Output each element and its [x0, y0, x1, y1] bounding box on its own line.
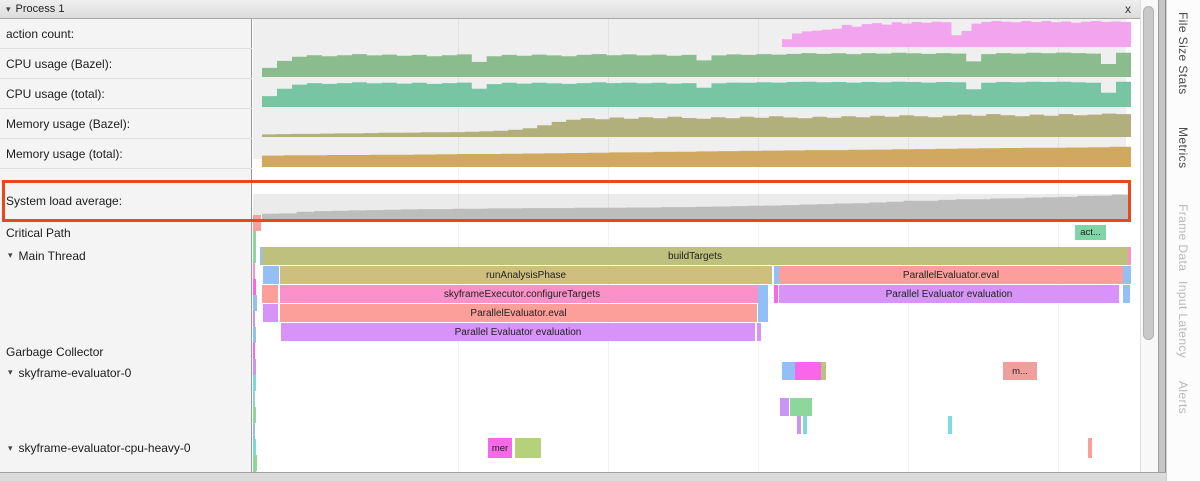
- critical-path-event[interactable]: [253, 295, 257, 311]
- event-slice[interactable]: [782, 362, 795, 380]
- horizontal-scrollbar-track[interactable]: [0, 472, 1166, 481]
- track-label-text: CPU usage (total):: [6, 87, 105, 101]
- trace-span-parallel-evaluator-evaluation[interactable]: Parallel Evaluator evaluation: [779, 285, 1119, 303]
- critical-path-event[interactable]: [253, 391, 255, 407]
- critical-path-event[interactable]: [253, 375, 256, 391]
- tab-alerts[interactable]: Alerts: [1176, 381, 1190, 421]
- trace-span[interactable]: [774, 285, 778, 303]
- event-slice-m[interactable]: m...: [1003, 362, 1037, 380]
- track-label-panel: action count: CPU usage (Bazel): CPU usage…: [0, 19, 252, 472]
- event-slice[interactable]: [797, 416, 801, 434]
- track-label-text: Critical Path: [6, 226, 71, 240]
- critical-path-event[interactable]: [253, 215, 261, 231]
- counter-chart-mem-total: [262, 141, 1131, 167]
- track-label-text: Garbage Collector: [6, 345, 103, 359]
- critical-path-event[interactable]: [253, 279, 256, 295]
- expand-triangle-icon[interactable]: ▾: [8, 444, 13, 453]
- event-slice[interactable]: [821, 362, 826, 380]
- critical-path-event[interactable]: [253, 247, 256, 263]
- trace-span[interactable]: [1123, 266, 1131, 284]
- trace-span[interactable]: [263, 266, 279, 284]
- trace-span-buildtargets[interactable]: buildTargets: [262, 247, 1128, 265]
- event-slice[interactable]: [780, 398, 789, 416]
- trace-span[interactable]: [757, 323, 761, 341]
- event-slice[interactable]: [795, 362, 821, 380]
- track-label-skyframe-evaluator-0[interactable]: ▾ skyframe-evaluator-0: [0, 362, 252, 383]
- counter-chart-system-load: [262, 186, 1129, 219]
- track-label-text: Memory usage (total):: [6, 147, 123, 161]
- expand-triangle-icon[interactable]: ▾: [8, 251, 13, 260]
- critical-path-event[interactable]: [253, 423, 255, 439]
- track-label-text: action count:: [6, 27, 74, 41]
- event-slice[interactable]: [515, 438, 541, 458]
- track-label-system-load-average: System load average:: [0, 181, 252, 221]
- trace-span-parallelevaluator-eval[interactable]: ParallelEvaluator.eval: [779, 266, 1123, 284]
- critical-path-slice-act[interactable]: act...: [1075, 225, 1106, 240]
- panel-splitter[interactable]: [1158, 0, 1166, 481]
- tab-input-latency[interactable]: Input Latency: [1176, 281, 1190, 357]
- process-title: Process 1: [16, 3, 65, 15]
- event-slice[interactable]: [1088, 438, 1092, 458]
- trace-viewer: ▾ Process 1 x action count: CPU usage (Ba…: [0, 0, 1200, 481]
- trace-span-runanalysisphase[interactable]: runAnalysisPhase: [280, 266, 772, 284]
- expand-triangle-icon[interactable]: ▾: [8, 368, 13, 377]
- counter-chart-mem-bazel: [262, 111, 1131, 137]
- track-label-text: CPU usage (Bazel):: [6, 57, 112, 71]
- track-label-critical-path: Critical Path: [0, 222, 252, 243]
- track-label-text: Memory usage (Bazel):: [6, 117, 130, 131]
- critical-path-event[interactable]: [253, 407, 256, 423]
- track-label-text: System load average:: [6, 194, 122, 208]
- event-slice[interactable]: [790, 398, 812, 416]
- critical-path-event[interactable]: [253, 343, 255, 359]
- trace-span-parallelevaluator-eval[interactable]: ParallelEvaluator.eval: [280, 304, 757, 322]
- track-label-memory-usage-total: Memory usage (total):: [0, 139, 252, 169]
- critical-path-event[interactable]: [253, 439, 256, 455]
- tab-file-size-stats[interactable]: File Size Stats: [1176, 12, 1190, 108]
- critical-path-event[interactable]: [253, 359, 256, 375]
- trace-span[interactable]: [758, 285, 768, 322]
- critical-path-event[interactable]: [253, 311, 255, 327]
- trace-span[interactable]: [1128, 247, 1131, 265]
- collapse-triangle-icon[interactable]: ▾: [6, 5, 11, 14]
- event-slice-mer[interactable]: mer: [488, 438, 512, 458]
- track-label-skyframe-evaluator-cpu-heavy-0[interactable]: ▾ skyframe-evaluator-cpu-heavy-0: [0, 437, 252, 459]
- critical-path-event[interactable]: [253, 455, 257, 471]
- track-label-main-thread[interactable]: ▾ Main Thread: [0, 245, 252, 266]
- track-label-text: skyframe-evaluator-cpu-heavy-0: [19, 441, 191, 455]
- counter-chart-cpu-total: [262, 81, 1131, 107]
- trace-span-parallel-evaluator-evaluation[interactable]: Parallel Evaluator evaluation: [281, 323, 755, 341]
- track-label-cpu-usage-bazel: CPU usage (Bazel):: [0, 49, 252, 79]
- vertical-scrollbar-thumb[interactable]: [1143, 6, 1154, 340]
- event-slice[interactable]: [803, 416, 807, 434]
- trace-span[interactable]: [1123, 285, 1130, 303]
- track-label-text: Main Thread: [19, 249, 86, 263]
- track-label-memory-usage-bazel: Memory usage (Bazel):: [0, 109, 252, 139]
- track-label-garbage-collector: Garbage Collector: [0, 343, 252, 361]
- close-icon[interactable]: x: [1125, 2, 1131, 16]
- track-label-text: skyframe-evaluator-0: [19, 366, 132, 380]
- counter-chart-action-count: [782, 21, 1131, 47]
- critical-path-event[interactable]: [253, 231, 256, 247]
- counter-chart-cpu-bazel: [262, 51, 1131, 77]
- tab-metrics[interactable]: Metrics: [1176, 127, 1190, 173]
- track-label-action-count: action count:: [0, 19, 252, 49]
- timeline-canvas[interactable]: act... buildTargetsrunAnalysisPhase Parall…: [253, 19, 1140, 472]
- critical-path-event[interactable]: [253, 263, 255, 279]
- critical-path-event[interactable]: [253, 327, 256, 343]
- right-tab-strip: File Size Stats Metrics Frame Data Input La…: [1166, 0, 1200, 481]
- track-label-cpu-usage-total: CPU usage (total):: [0, 79, 252, 109]
- trace-span[interactable]: [262, 285, 278, 303]
- trace-span-skyframeexecutor-configuretargets[interactable]: skyframeExecutor.configureTargets: [280, 285, 764, 303]
- process-header[interactable]: ▾ Process 1 x: [0, 0, 1140, 19]
- trace-span[interactable]: [263, 304, 278, 322]
- event-slice[interactable]: [948, 416, 952, 434]
- tab-frame-data[interactable]: Frame Data: [1176, 204, 1190, 267]
